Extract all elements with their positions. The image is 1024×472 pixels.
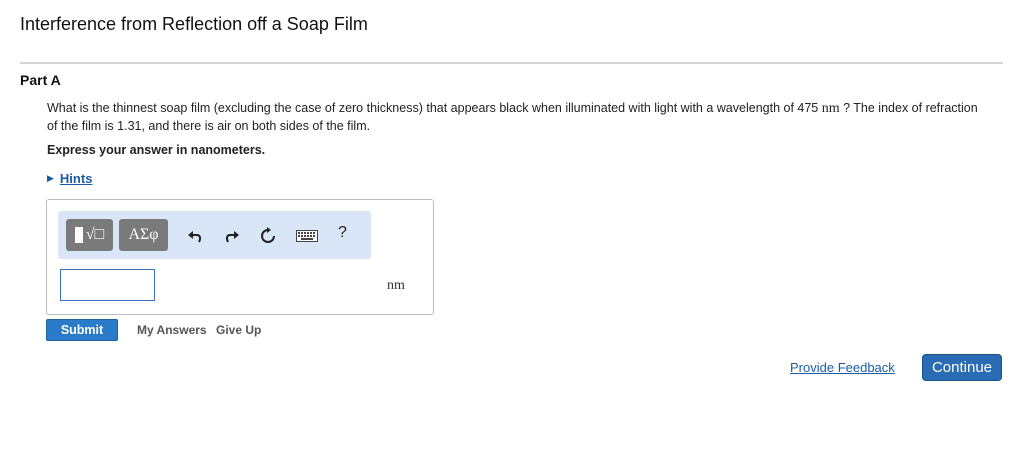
expand-triangle-icon: ▶ [47, 173, 54, 183]
help-icon[interactable]: ? [338, 224, 347, 242]
submit-button[interactable]: Submit [46, 319, 118, 341]
greek-symbols-icon[interactable]: ΑΣφ [119, 219, 168, 251]
answer-instruction: Express your answer in nanometers. [47, 143, 266, 157]
answer-unit: nm [387, 278, 405, 293]
continue-button[interactable]: Continue [922, 354, 1002, 381]
question-text: What is the thinnest soap film (excludin… [47, 100, 987, 134]
keyboard-icon[interactable] [296, 225, 318, 247]
redo-glyph [225, 231, 239, 243]
provide-feedback-link[interactable]: Provide Feedback [790, 360, 895, 375]
answer-box: √□ ΑΣφ ? nm [46, 199, 434, 315]
templates-symbol: √□ [85, 226, 105, 243]
part-label: Part A [20, 72, 61, 88]
give-up-button[interactable]: Give Up [216, 323, 261, 337]
reset-glyph [261, 227, 275, 243]
reset-icon[interactable] [257, 225, 279, 247]
question-unit: nm [821, 101, 840, 116]
my-answers-button[interactable]: My Answers [137, 323, 207, 337]
redo-icon[interactable] [221, 225, 243, 247]
math-toolbar: √□ ΑΣφ ? [58, 211, 371, 259]
hints-link[interactable]: Hints [60, 171, 93, 186]
question-text-before: What is the thinnest soap film (excludin… [47, 101, 822, 115]
answer-input[interactable] [60, 269, 155, 301]
templates-icon[interactable]: √□ [66, 219, 113, 251]
hints-toggle[interactable]: ▶ Hints [47, 171, 92, 186]
header-divider [20, 62, 1003, 64]
undo-icon[interactable] [184, 225, 206, 247]
keyboard-glyph [296, 230, 318, 242]
page-title: Interference from Reflection off a Soap … [20, 14, 368, 34]
placeholder-block [74, 227, 83, 243]
undo-glyph [188, 231, 202, 243]
